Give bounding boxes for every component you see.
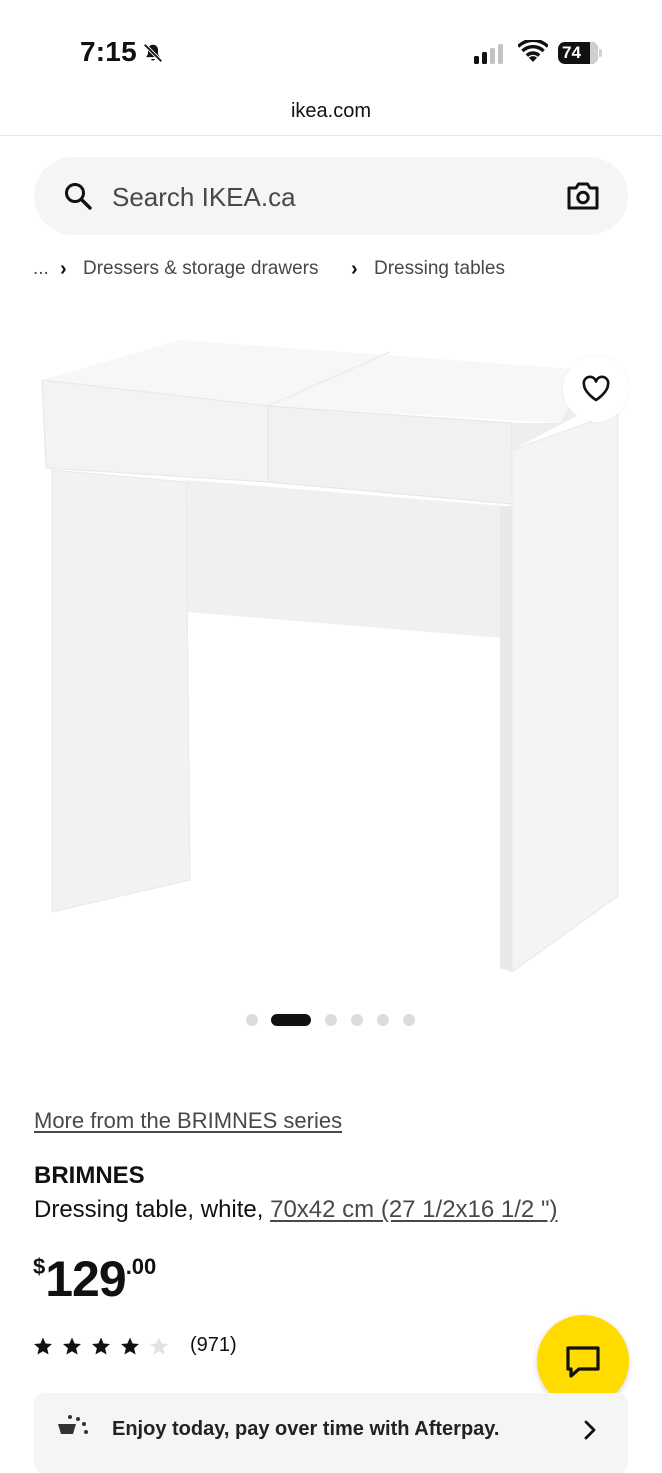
camera-icon[interactable]	[566, 181, 600, 211]
price-whole: 129	[45, 1251, 126, 1307]
carousel-dot[interactable]	[351, 1014, 363, 1026]
chevron-right-icon: ›	[60, 258, 67, 280]
product-image[interactable]	[0, 300, 662, 990]
battery-level: 74	[562, 43, 581, 62]
carousel-dot[interactable]	[325, 1014, 337, 1026]
price-decimal: .00	[125, 1254, 157, 1279]
series-link[interactable]: More from the BRIMNES series	[34, 1108, 342, 1134]
wifi-icon	[518, 40, 548, 62]
afterpay-text: Enjoy today, pay over time with Afterpay…	[112, 1418, 500, 1440]
shopping-cart-icon	[58, 1415, 88, 1434]
carousel-dot-active[interactable]	[271, 1014, 311, 1026]
battery-indicator: 74	[558, 42, 598, 64]
rating-count[interactable]: (971)	[190, 1334, 237, 1357]
browser-url[interactable]: ikea.com	[0, 100, 662, 123]
product-type: Dressing table, white,	[34, 1196, 271, 1223]
breadcrumb-item-dressers[interactable]: Dressers & storage drawers	[83, 258, 318, 280]
heart-icon	[582, 375, 610, 402]
cellular-signal-icon	[474, 44, 506, 64]
product-name: BRIMNES	[34, 1162, 145, 1189]
favourite-button[interactable]	[563, 356, 629, 422]
carousel-dot[interactable]	[403, 1014, 415, 1026]
product-description: Dressing table, white, 70x42 cm (27 1/2x…	[34, 1196, 557, 1224]
bell-muted-icon	[143, 43, 163, 63]
star-icon	[92, 1337, 110, 1355]
divider	[0, 135, 662, 136]
status-time: 7:15	[80, 36, 137, 67]
star-icon	[121, 1337, 139, 1355]
rating-stars[interactable]	[33, 1336, 179, 1358]
chevron-right-icon: ›	[351, 258, 358, 280]
search-icon	[65, 183, 92, 210]
carousel-dot[interactable]	[246, 1014, 258, 1026]
search-input[interactable]: Search IKEA.ca	[112, 182, 296, 213]
star-icon	[34, 1337, 52, 1355]
breadcrumb-item-dressing-tables[interactable]: Dressing tables	[374, 258, 505, 280]
carousel-dot[interactable]	[377, 1014, 389, 1026]
chevron-right-icon	[584, 1420, 596, 1440]
breadcrumb-ellipsis[interactable]: ...	[33, 258, 49, 280]
star-icon	[150, 1337, 168, 1355]
size-link[interactable]: 70x42 cm (27 1/2x16 1/2 ")	[270, 1196, 557, 1223]
star-icon	[63, 1337, 81, 1355]
price-currency: $	[33, 1254, 46, 1279]
chat-bubble-icon	[566, 1346, 600, 1378]
product-price: $129.00	[33, 1250, 156, 1308]
